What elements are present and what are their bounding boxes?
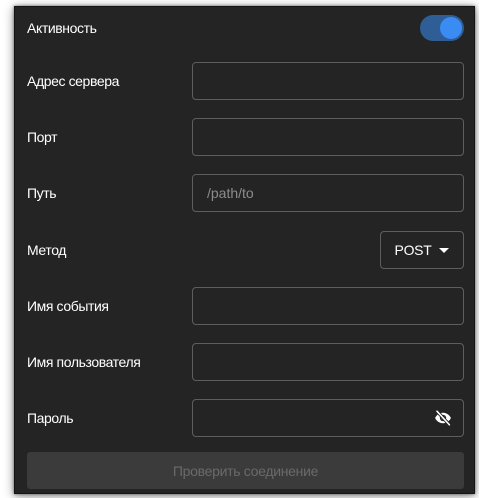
password-label: Пароль [27, 410, 74, 426]
eye-off-icon[interactable] [434, 409, 452, 427]
method-select[interactable]: POST [380, 231, 464, 269]
method-selected-value: POST [394, 242, 432, 258]
password-input[interactable] [192, 399, 464, 437]
active-toggle-knob [440, 17, 462, 39]
active-toggle[interactable] [420, 15, 464, 41]
username-input[interactable] [192, 343, 464, 381]
webhook-settings-panel: Активность Адрес сервера Порт Путь Метод… [14, 6, 475, 494]
method-label: Метод [27, 242, 67, 258]
check-connection-button[interactable]: Проверить соединение [27, 452, 464, 489]
port-input[interactable] [192, 118, 464, 156]
path-input[interactable] [192, 174, 464, 212]
server-address-input[interactable] [192, 62, 464, 100]
check-connection-label: Проверить соединение [172, 462, 319, 479]
chevron-down-icon [439, 247, 450, 253]
active-label: Активность [27, 20, 97, 36]
server-address-label: Адрес сервера [27, 73, 119, 89]
path-label: Путь [27, 185, 57, 201]
port-label: Порт [27, 129, 58, 145]
username-label: Имя пользователя [27, 354, 141, 370]
event-name-label: Имя события [27, 298, 109, 314]
event-name-input[interactable] [192, 287, 464, 325]
